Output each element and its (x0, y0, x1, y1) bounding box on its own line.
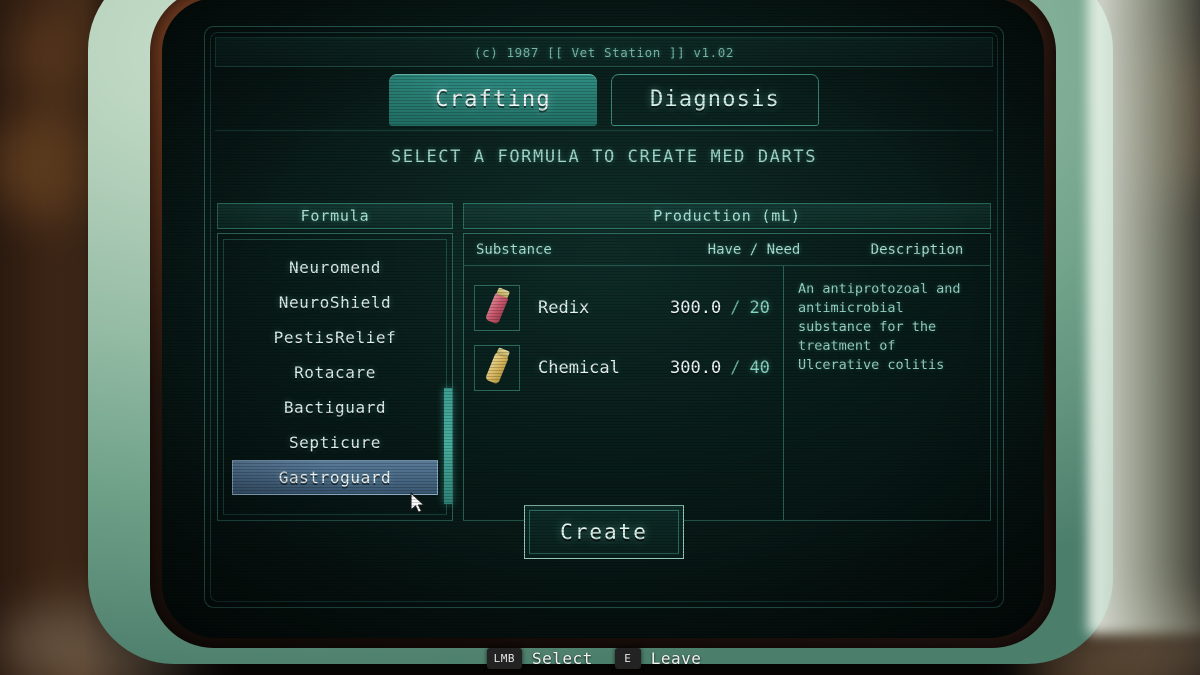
footer-hint-bar: LMB Select E Leave (0, 641, 1200, 675)
description-pane: An antiprotozoal and antimicrobial subst… (784, 266, 990, 521)
production-panel: Production (mL) Substance Have / Need De… (463, 203, 991, 521)
tab-diagnosis[interactable]: Diagnosis (611, 73, 819, 126)
formula-list: Neuromend NeuroShield PestisRelief Rotac… (232, 250, 438, 504)
create-button-area: Create (205, 505, 1003, 559)
quantity-separator: / (730, 358, 741, 378)
vial-slot (474, 345, 520, 391)
formula-item-rotacare[interactable]: Rotacare (232, 355, 438, 390)
formula-scrollbar[interactable] (444, 388, 452, 504)
quantity-have: 300.0 (670, 298, 722, 318)
vial-icon-redix (484, 291, 510, 325)
substance-row-chemical: Chemical 300.0 / 40 (464, 338, 783, 398)
vial-icon-chemical (484, 351, 510, 385)
substance-list: Redix 300.0 / 20 Chemical 300.0 / 40 (464, 266, 784, 521)
production-column-headers: Substance Have / Need Description (464, 234, 990, 266)
substance-row-redix: Redix 300.0 / 20 (464, 278, 783, 338)
formula-list-inner: Neuromend NeuroShield PestisRelief Rotac… (223, 239, 452, 515)
bezel-highlight-right (1088, 0, 1200, 634)
column-header-have-need: Have / Need (707, 241, 801, 258)
formula-list-box: Neuromend NeuroShield PestisRelief Rotac… (217, 233, 453, 521)
column-header-description: Description (870, 241, 964, 258)
quantity-need: 40 (749, 358, 770, 378)
substance-quantity: 300.0 / 40 (670, 358, 770, 378)
formula-panel: Formula Neuromend NeuroShield PestisReli… (217, 203, 453, 521)
title-bar-text: (c) 1987 [[ Vet Station ]] v1.02 (473, 44, 735, 60)
formula-item-gastroguard[interactable]: Gastroguard (232, 460, 438, 495)
quantity-have: 300.0 (670, 358, 722, 378)
instruction-text: SELECT A FORMULA TO CREATE MED DARTS (390, 147, 818, 167)
create-button-label: Create (560, 520, 648, 544)
column-header-substance: Substance (476, 241, 552, 258)
vial-slot (474, 285, 520, 331)
quantity-separator: / (730, 298, 741, 318)
substance-quantity: 300.0 / 20 (670, 298, 770, 318)
tab-crafting[interactable]: Crafting (389, 73, 597, 126)
formula-item-bactiguard[interactable]: Bactiguard (232, 390, 438, 425)
production-table: Substance Have / Need Description Redix (463, 233, 991, 521)
vet-station-ui: (c) 1987 [[ Vet Station ]] v1.02 Craftin… (204, 26, 1004, 608)
production-panel-header: Production (mL) (463, 203, 991, 229)
title-bar: (c) 1987 [[ Vet Station ]] v1.02 (215, 37, 993, 67)
create-button[interactable]: Create (524, 505, 684, 559)
formula-item-neuromend[interactable]: Neuromend (232, 250, 438, 285)
substance-name: Chemical (538, 358, 620, 378)
production-content: Redix 300.0 / 20 Chemical 300.0 / 40 An … (464, 266, 990, 521)
tab-bar: Crafting Diagnosis (215, 69, 993, 131)
screenshot-root: (c) 1987 [[ Vet Station ]] v1.02 Craftin… (0, 0, 1200, 675)
key-badge-lmb: LMB (486, 647, 522, 669)
formula-scrollbar-thumb[interactable] (444, 388, 452, 504)
formula-description: An antiprotozoal and antimicrobial subst… (798, 281, 961, 373)
substance-name: Redix (538, 298, 590, 318)
formula-item-neuroshield[interactable]: NeuroShield (232, 285, 438, 320)
formula-item-septicure[interactable]: Septicure (232, 425, 438, 460)
formula-panel-header: Formula (217, 203, 453, 229)
crt-screen: (c) 1987 [[ Vet Station ]] v1.02 Craftin… (162, 0, 1044, 638)
key-badge-e: E (614, 647, 641, 669)
formula-item-pestisrelief[interactable]: PestisRelief (232, 320, 438, 355)
hint-label-select: Select (531, 648, 593, 668)
quantity-need: 20 (749, 298, 770, 318)
hint-label-leave: Leave (650, 648, 702, 668)
